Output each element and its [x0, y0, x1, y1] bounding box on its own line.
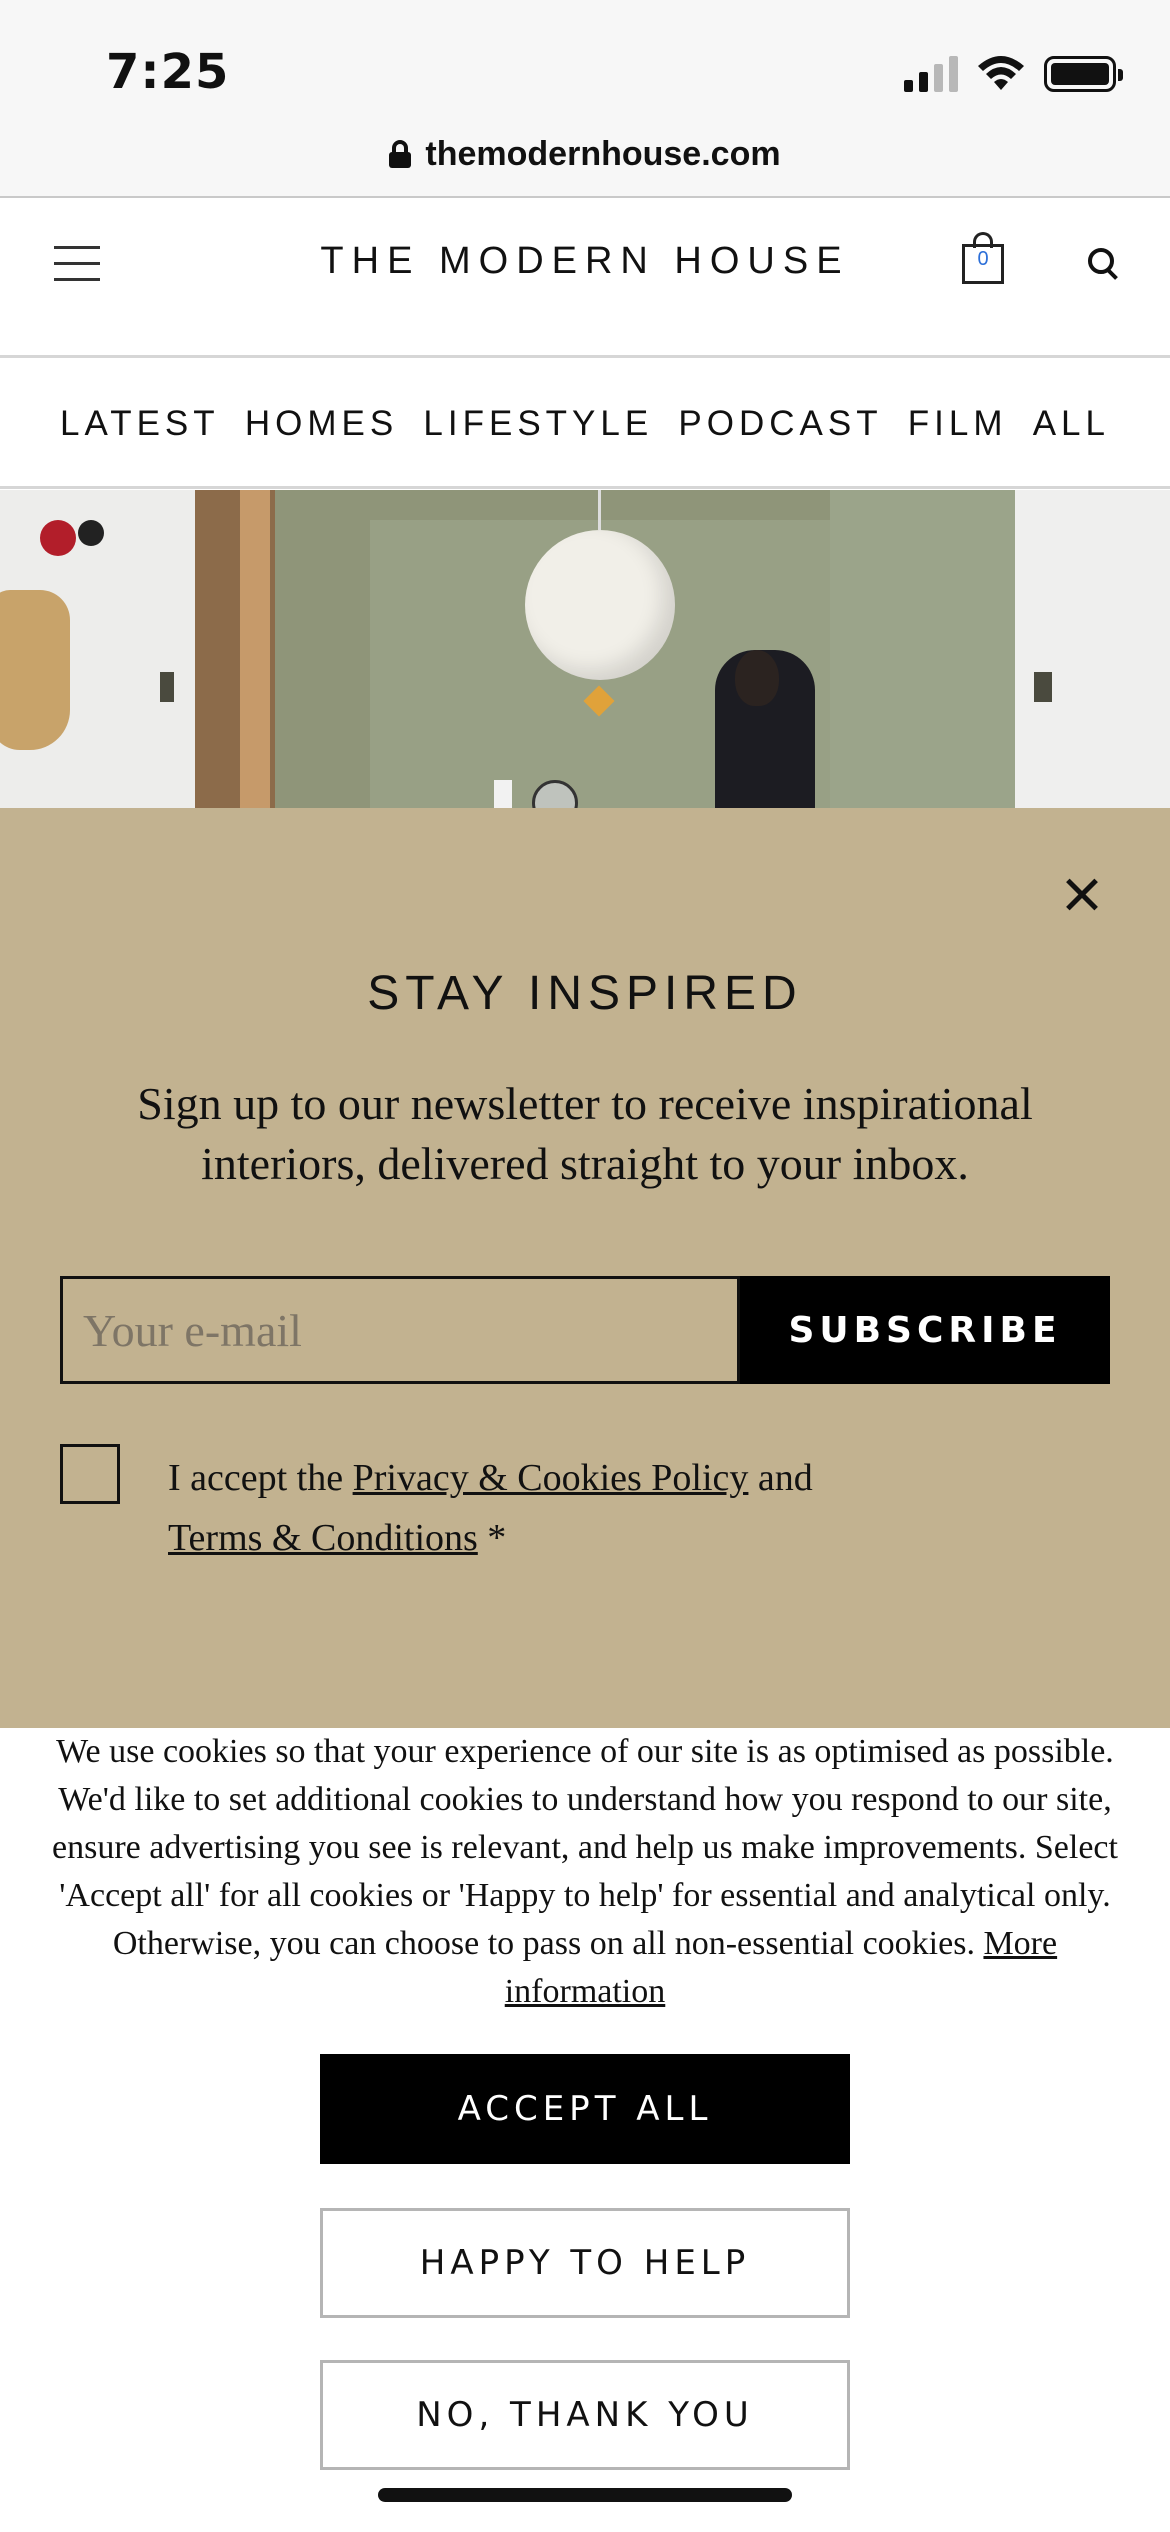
nav-item-all[interactable]: ALL: [1033, 404, 1110, 444]
email-input[interactable]: [60, 1276, 740, 1384]
required-asterisk: *: [477, 1517, 507, 1559]
nav-item-podcast[interactable]: PODCAST: [678, 404, 882, 444]
newsletter-description: Sign up to our newsletter to receive ins…: [137, 1078, 1033, 1189]
newsletter-modal: STAY INSPIRED Sign up to our newsletter …: [0, 808, 1170, 1728]
privacy-policy-link[interactable]: Privacy & Cookies Policy: [353, 1457, 749, 1499]
search-icon[interactable]: [1088, 248, 1118, 280]
cookie-message: We use cookies so that your experience o…: [52, 1733, 1118, 1962]
nav-item-homes[interactable]: HOMES: [245, 404, 398, 444]
happy-to-help-button[interactable]: HAPPY TO HELP: [320, 2208, 850, 2318]
browser-address-bar[interactable]: themodernhouse.com: [0, 112, 1170, 198]
subscribe-button[interactable]: SUBSCRIBE: [740, 1276, 1110, 1384]
ios-status-bar: 7:25: [0, 0, 1170, 124]
cookie-text: We use cookies so that your experience o…: [40, 1728, 1130, 2016]
cart-count: 0: [977, 248, 989, 270]
accept-all-button[interactable]: ACCEPT ALL: [320, 2054, 850, 2164]
cellular-signal-icon: [904, 54, 958, 92]
battery-icon: [1044, 56, 1123, 92]
consent-and: and: [748, 1457, 813, 1499]
shopping-bag-icon[interactable]: 0: [962, 232, 1004, 284]
nav-item-lifestyle[interactable]: LIFESTYLE: [423, 404, 653, 444]
newsletter-form: SUBSCRIBE: [60, 1276, 1110, 1384]
consent-prefix: I accept the: [168, 1457, 353, 1499]
site-header: THE MODERN HOUSE 0: [0, 198, 1170, 358]
url-text[interactable]: themodernhouse.com: [425, 135, 780, 174]
status-time: 7:25: [106, 44, 230, 100]
close-icon[interactable]: [1058, 870, 1108, 920]
wifi-icon: [978, 56, 1024, 90]
newsletter-title: STAY INSPIRED: [367, 967, 803, 1020]
hero-image[interactable]: [0, 490, 1170, 808]
nav-item-film[interactable]: FILM: [908, 404, 1008, 444]
home-indicator[interactable]: [378, 2488, 792, 2502]
category-nav: LATEST HOMES LIFESTYLE PODCAST FILM ALL: [0, 361, 1170, 489]
lock-icon: [389, 140, 412, 168]
nav-item-latest[interactable]: LATEST: [60, 404, 220, 444]
consent-checkbox[interactable]: [60, 1444, 120, 1504]
terms-conditions-link[interactable]: Terms & Conditions: [168, 1517, 478, 1559]
consent-text: I accept the Privacy & Cookies Policy an…: [168, 1448, 1028, 1568]
status-icons: [904, 52, 1123, 92]
cookie-banner: We use cookies so that your experience o…: [0, 1728, 1170, 2532]
no-thank-you-button[interactable]: NO, THANK YOU: [320, 2360, 850, 2470]
